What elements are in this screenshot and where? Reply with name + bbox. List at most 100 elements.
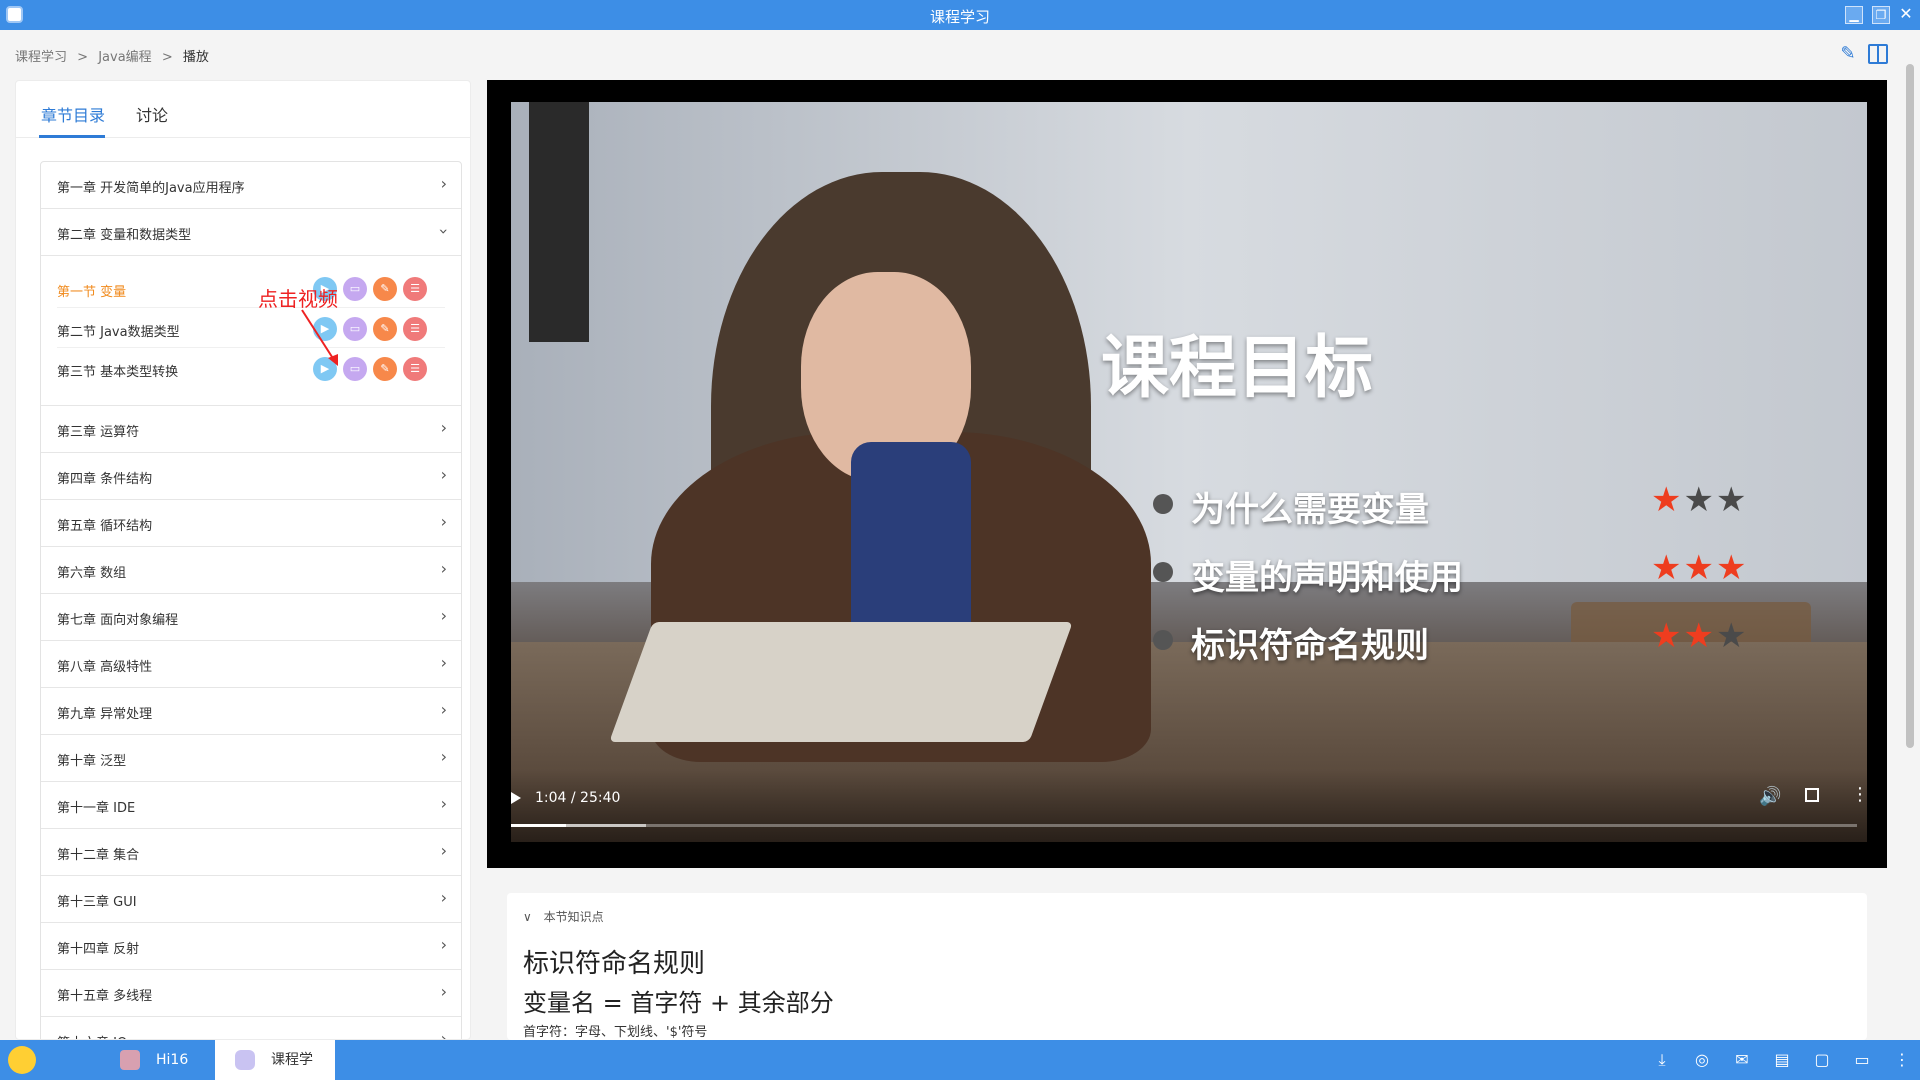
fullscreen-icon[interactable]	[1805, 788, 1819, 802]
scene-window	[529, 102, 589, 342]
newspaper	[609, 622, 1073, 742]
chat-icon[interactable]: ▢	[1812, 1050, 1832, 1070]
knowledge-formula: 变量名 = 首字符 + 其余部分	[523, 989, 834, 1017]
panel-tabs: 章节目录 讨论	[16, 81, 470, 138]
minimize-button[interactable]: ▁	[1845, 6, 1863, 24]
download-icon[interactable]: ⤓	[1652, 1050, 1672, 1070]
slides-icon[interactable]: ▭	[343, 357, 367, 381]
remaining-chapters: 第三章 运算符 › 第四章 条件结构 › 第五章 循环结构 › 第六章 数组 › 第七章 面向对…	[41, 406, 461, 1039]
list-icon[interactable]: ☰	[403, 277, 427, 301]
star-empty-icon: ★	[1715, 616, 1749, 656]
chapter-item[interactable]: 第四章 条件结构 ›	[41, 453, 461, 500]
breadcrumb-separator: >	[161, 50, 173, 65]
section-label: 第一节 变量	[57, 285, 127, 300]
list-icon[interactable]: ☰	[403, 317, 427, 341]
slides-icon[interactable]: ▭	[343, 317, 367, 341]
breadcrumb-play: 播放	[182, 50, 209, 65]
video-frame[interactable]: 课程目标 为什么需要变量 ★★★ 变量的声明和使用 ★★★ 标识符命名规则 ★★…	[511, 102, 1867, 842]
bullet-dot	[1153, 562, 1173, 582]
list-icon[interactable]: ☰	[403, 357, 427, 381]
title-bar: 课程学习 ▁ ❐ ✕	[0, 0, 1920, 30]
taskbar-item-course[interactable]: 课程学	[215, 1040, 335, 1080]
scrollbar-thumb[interactable]	[1906, 64, 1914, 748]
chapter-item[interactable]: 第六章 数组 ›	[41, 547, 461, 594]
chapter-item[interactable]: 第九章 异常处理 ›	[41, 688, 461, 735]
bullet-dot	[1153, 630, 1173, 650]
display-icon[interactable]: ▭	[1852, 1050, 1872, 1070]
chevron-down-icon: ›	[434, 228, 454, 235]
chapter-item[interactable]: 第一章 开发简单的Java应用程序 ›	[41, 162, 461, 209]
edit-notes-icon[interactable]: ✎	[373, 357, 397, 381]
section-item[interactable]: 第三节 基本类型转换 ▶ ▭ ✎ ☰	[41, 348, 461, 388]
chapter-item[interactable]: 第十三章 GUI ›	[41, 876, 461, 923]
knowledge-panel: ∨ 本节知识点 标识符命名规则 变量名 = 首字符 + 其余部分 首字符：字母、…	[507, 893, 1867, 1040]
chapter-item[interactable]: 第七章 面向对象编程 ›	[41, 594, 461, 641]
volume-icon[interactable]: 🔊	[1759, 786, 1781, 807]
goal-item: 为什么需要变量	[1153, 482, 1429, 531]
edit-notes-icon[interactable]: ✎	[373, 277, 397, 301]
chevron-right-icon: ›	[440, 512, 447, 531]
notes-icon[interactable]: ▤	[1772, 1050, 1792, 1070]
tab-catalog[interactable]: 章节目录	[41, 102, 105, 126]
chapter-item[interactable]: 第十六章 IO ›	[41, 1017, 461, 1039]
taskbar-item-hi16[interactable]: Hi16	[120, 1040, 210, 1080]
slides-icon[interactable]: ▭	[343, 277, 367, 301]
wechat-icon[interactable]: ✉	[1732, 1050, 1752, 1070]
chapter-item[interactable]: 第八章 高级特性 ›	[41, 641, 461, 688]
page-scrollbar[interactable]	[1904, 58, 1916, 1040]
chevron-right-icon: ›	[440, 653, 447, 672]
edit-notes-icon[interactable]: ✎	[373, 317, 397, 341]
section-item[interactable]: 第一节 变量 ▶ ▭ ✎ ☰	[41, 268, 461, 308]
chevron-right-icon: ›	[440, 174, 447, 193]
maximize-button[interactable]: ❐	[1872, 6, 1890, 24]
chapter-label: 第三章 运算符	[57, 425, 140, 440]
chevron-right-icon: ›	[440, 982, 447, 1001]
chapter-item[interactable]: 第十章 泛型 ›	[41, 735, 461, 782]
breadcrumb-course-study[interactable]: 课程学习	[15, 50, 67, 65]
more-options-icon[interactable]: ⋮	[1851, 784, 1869, 805]
chapter-label: 第十六章 IO	[57, 1032, 127, 1039]
chapter-item-expanded[interactable]: 第二章 变量和数据类型 ›	[41, 209, 461, 256]
close-button[interactable]: ✕	[1897, 6, 1915, 24]
video-progress-bar[interactable]	[511, 824, 1857, 827]
knowledge-header-label: 本节知识点	[543, 910, 604, 924]
chapter-item[interactable]: 第十一章 IDE ›	[41, 782, 461, 829]
goal-rating: ★★★	[1651, 548, 1748, 588]
play-icon[interactable]	[511, 792, 521, 804]
video-time: 1:04 / 25:40	[535, 790, 621, 806]
tab-discussion[interactable]: 讨论	[136, 102, 168, 126]
section-list: 第一节 变量 ▶ ▭ ✎ ☰ 第二节 Java数据类型 ▶ ▭ ✎ ☰ 第三节 …	[41, 256, 461, 406]
chapter-item[interactable]: 第三章 运算符 ›	[41, 406, 461, 453]
chapter-label: 第一章 开发简单的Java应用程序	[57, 181, 245, 196]
slide-title: 课程目标	[1101, 329, 1374, 408]
section-label: 第二节 Java数据类型	[57, 325, 180, 340]
chapter-label: 第十三章 GUI	[57, 895, 137, 910]
star-filled-icon: ★	[1683, 616, 1716, 656]
window-title: 课程学习	[929, 8, 990, 26]
chapter-label: 第十章 泛型	[57, 754, 127, 769]
chapter-label: 第十五章 多线程	[57, 989, 153, 1004]
chevron-right-icon: ›	[440, 794, 447, 813]
chapter-label: 第九章 异常处理	[57, 707, 153, 722]
goal-text: 为什么需要变量	[1191, 490, 1429, 530]
chapter-item[interactable]: 第十四章 反射 ›	[41, 923, 461, 970]
video-player[interactable]: 课程目标 为什么需要变量 ★★★ 变量的声明和使用 ★★★ 标识符命名规则 ★★…	[487, 80, 1887, 868]
taskbar: Hi16 课程学 ⤓ ◎ ✉ ▤ ▢ ▭ ⋮	[0, 1040, 1920, 1080]
section-item[interactable]: 第二节 Java数据类型 ▶ ▭ ✎ ☰	[41, 308, 461, 348]
chapter-item[interactable]: 第五章 循环结构 ›	[41, 500, 461, 547]
start-menu-icon[interactable]	[8, 1046, 36, 1074]
breadcrumb-java[interactable]: Java编程	[98, 50, 151, 65]
chevron-right-icon: ›	[440, 559, 447, 578]
goal-item: 标识符命名规则	[1153, 618, 1429, 667]
breadcrumb: 课程学习 > Java编程 > 播放	[15, 46, 215, 65]
chapter-item[interactable]: 第十五章 多线程 ›	[41, 970, 461, 1017]
chapter-item[interactable]: 第十二章 集合 ›	[41, 829, 461, 876]
headset-icon[interactable]: ◎	[1692, 1050, 1712, 1070]
bullet-dot	[1153, 494, 1173, 514]
pencil-icon[interactable]: ✎	[1838, 44, 1858, 64]
split-layout-icon[interactable]	[1868, 44, 1888, 64]
more-icon[interactable]: ⋮	[1892, 1050, 1912, 1070]
star-filled-icon: ★	[1651, 616, 1684, 656]
star-filled-icon: ★	[1683, 548, 1716, 588]
knowledge-header[interactable]: ∨ 本节知识点	[523, 908, 604, 925]
